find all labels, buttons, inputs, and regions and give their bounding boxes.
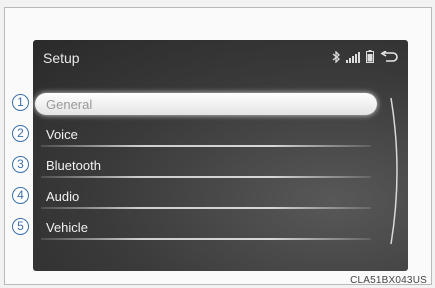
- menu-item-label: Voice: [46, 127, 78, 142]
- menu-item-label: Bluetooth: [46, 158, 101, 173]
- bluetooth-icon: [332, 50, 340, 63]
- divider: [41, 145, 371, 147]
- back-icon[interactable]: [380, 50, 398, 63]
- callout-1: 1: [12, 94, 29, 111]
- divider: [41, 207, 371, 209]
- callout-5: 5: [12, 218, 29, 235]
- battery-icon: [366, 50, 374, 63]
- figure-code: CLA51BX043US: [350, 275, 427, 286]
- menu-item-vehicle[interactable]: Vehicle: [33, 216, 378, 240]
- menu-item-label: Audio: [46, 189, 80, 204]
- screen-title: Setup: [43, 50, 80, 66]
- divider: [41, 238, 371, 240]
- menu-item-audio[interactable]: Audio: [33, 185, 378, 209]
- menu-item-label: Vehicle: [46, 220, 88, 235]
- menu-item-general[interactable]: General: [33, 93, 378, 117]
- menu-item-voice[interactable]: Voice: [33, 123, 378, 147]
- menu-item-label: General: [46, 97, 93, 112]
- callout-4: 4: [12, 187, 29, 204]
- menu-item-bluetooth[interactable]: Bluetooth: [33, 154, 378, 178]
- callout-2: 2: [12, 125, 29, 142]
- scroll-indicator[interactable]: [388, 96, 404, 246]
- setup-screen: Setup General Voice Bluetooth Audio Vehi…: [33, 40, 408, 271]
- divider: [41, 176, 371, 178]
- callout-3: 3: [12, 156, 29, 173]
- status-bar: [332, 50, 398, 63]
- signal-icon: [346, 51, 360, 63]
